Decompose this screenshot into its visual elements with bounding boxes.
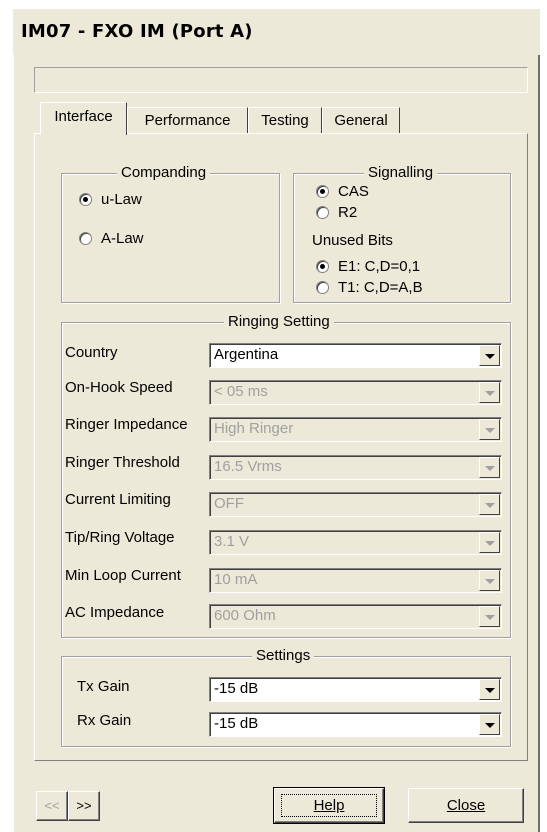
radio-unselected-icon	[79, 232, 92, 245]
radio-label: E1: C,D=0,1	[338, 258, 421, 275]
combo-value: 16.5 Vrms	[214, 458, 282, 475]
chevron-down-icon	[479, 532, 500, 553]
status-field	[34, 67, 528, 93]
next-label: >>	[76, 798, 92, 813]
companding-title: Companding	[117, 164, 211, 181]
combo-value: Argentina	[214, 346, 279, 363]
close-label: Close	[446, 797, 486, 814]
close-button[interactable]: Close	[408, 788, 524, 823]
on-hook-speed-select: < 05 ms	[209, 380, 502, 405]
chevron-down-icon[interactable]	[479, 345, 500, 366]
chevron-down-icon	[479, 419, 500, 440]
radio-u-law[interactable]: u-Law	[79, 191, 142, 208]
radio-a-law[interactable]: A-Law	[79, 230, 144, 247]
ringer-impedance-label: Ringer Impedance	[65, 416, 188, 433]
radio-e1[interactable]: E1: C,D=0,1	[316, 258, 420, 275]
radio-selected-icon	[316, 260, 329, 273]
ac-impedance-label: AC Impedance	[65, 604, 165, 621]
help-button[interactable]: Help	[273, 787, 385, 824]
rx-gain-select[interactable]: -15 dB	[209, 712, 502, 737]
country-select[interactable]: Argentina	[209, 343, 502, 368]
current-limiting-label: Current Limiting	[65, 491, 171, 508]
settings-title: Settings	[252, 647, 315, 664]
tab-label: General	[334, 112, 388, 129]
tab-performance[interactable]: Performance	[127, 107, 248, 135]
radio-t1[interactable]: T1: C,D=A,B	[316, 279, 423, 296]
on-hook-speed-label: On-Hook Speed	[65, 379, 173, 396]
help-label: Help	[313, 797, 345, 814]
tab-testing[interactable]: Testing	[248, 107, 322, 135]
combo-value: OFF	[214, 495, 244, 512]
previous-label: <<	[44, 798, 60, 813]
tip-ring-voltage-label: Tip/Ring Voltage	[65, 529, 175, 546]
unused-bits-label: Unused Bits	[312, 232, 393, 249]
chevron-down-icon	[479, 457, 500, 478]
combo-value: -15 dB	[214, 680, 259, 697]
rx-gain-label: Rx Gain	[77, 712, 132, 729]
tab-label: Performance	[144, 112, 231, 129]
tx-gain-select[interactable]: -15 dB	[209, 677, 502, 702]
previous-button[interactable]: <<	[36, 791, 68, 821]
tab-label: Testing	[261, 112, 309, 129]
radio-label: CAS	[338, 183, 369, 200]
combo-value: 10 mA	[214, 571, 258, 588]
ringer-threshold-label: Ringer Threshold	[65, 454, 180, 471]
radio-r2[interactable]: R2	[316, 204, 357, 221]
ac-impedance-select: 600 Ohm	[209, 604, 502, 629]
window-title: IM07 - FXO IM (Port A)	[21, 21, 253, 42]
combo-value: < 05 ms	[214, 383, 268, 400]
combo-value: High Ringer	[214, 420, 294, 437]
ringer-impedance-select: High Ringer	[209, 417, 502, 442]
combo-value: 3.1 V	[214, 533, 250, 550]
tip-ring-voltage-select: 3.1 V	[209, 530, 502, 555]
radio-selected-icon	[79, 193, 92, 206]
chevron-down-icon[interactable]	[479, 679, 500, 700]
chevron-down-icon	[479, 382, 500, 403]
radio-selected-icon	[316, 185, 329, 198]
ringing-setting-title: Ringing Setting	[224, 313, 334, 330]
radio-label: T1: C,D=A,B	[338, 279, 423, 296]
tab-interface[interactable]: Interface	[40, 102, 127, 135]
next-button[interactable]: >>	[68, 791, 100, 821]
radio-label: A-Law	[101, 230, 144, 247]
combo-value: -15 dB	[214, 715, 259, 732]
radio-label: R2	[338, 204, 358, 221]
chevron-down-icon	[479, 606, 500, 627]
min-loop-current-label: Min Loop Current	[65, 567, 181, 584]
min-loop-current-select: 10 mA	[209, 568, 502, 593]
ringer-threshold-select: 16.5 Vrms	[209, 455, 502, 480]
radio-cas[interactable]: CAS	[316, 183, 369, 200]
tx-gain-label: Tx Gain	[77, 678, 130, 695]
chevron-down-icon[interactable]	[479, 714, 500, 735]
tab-general[interactable]: General	[322, 107, 400, 135]
signalling-title: Signalling	[364, 164, 438, 181]
radio-unselected-icon	[316, 206, 329, 219]
country-label: Country	[65, 344, 118, 361]
title-bar: IM07 - FXO IM (Port A)	[13, 9, 540, 55]
radio-label: u-Law	[101, 191, 142, 208]
chevron-down-icon	[479, 570, 500, 591]
current-limiting-select: OFF	[209, 492, 502, 517]
combo-value: 600 Ohm	[214, 607, 276, 624]
chevron-down-icon	[479, 494, 500, 515]
focus-indicator: Help	[281, 794, 377, 817]
radio-unselected-icon	[316, 281, 329, 294]
tab-label: Interface	[54, 108, 113, 125]
